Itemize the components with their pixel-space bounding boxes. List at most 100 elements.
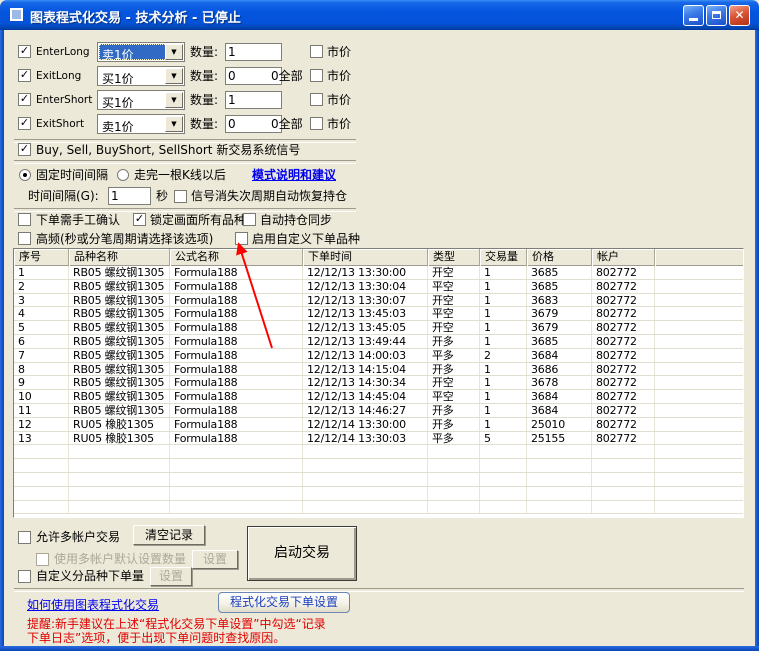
table-cell: RU05 橡胶1305	[69, 432, 170, 445]
multi-default-qty-checkbox[interactable]	[36, 553, 49, 566]
price-type-dropdown[interactable]: 卖1价▼	[97, 114, 185, 134]
table-cell	[480, 473, 527, 486]
table-row[interactable]: 2RB05 螺纹钢1305Formula18812/12/13 13:30:04…	[14, 280, 743, 294]
table-row[interactable]: 5RB05 螺纹钢1305Formula18812/12/13 13:45:05…	[14, 321, 743, 335]
table-cell: 2	[480, 349, 527, 362]
multi-account-checkbox[interactable]	[18, 531, 31, 544]
how-to-use-link[interactable]: 如何使用图表程式化交易	[27, 596, 159, 613]
chevron-down-icon[interactable]: ▼	[165, 116, 183, 132]
table-cell	[170, 445, 303, 458]
signal-enabled-checkbox[interactable]: ✓	[18, 45, 31, 58]
table-row[interactable]: 7RB05 螺纹钢1305Formula18812/12/13 14:00:03…	[14, 349, 743, 363]
table-row[interactable]: 13RU05 橡胶1305Formula18812/12/14 13:30:03…	[14, 432, 743, 446]
table-cell: 6	[14, 335, 69, 348]
table-cell	[480, 445, 527, 458]
high-freq-checkbox[interactable]	[18, 232, 31, 245]
table-cell: RB05 螺纹钢1305	[69, 335, 170, 348]
table-cell: 12/12/13 13:45:05	[303, 321, 428, 334]
restore-position-checkbox[interactable]	[174, 190, 187, 203]
mode-help-link[interactable]: 模式说明和建议	[252, 166, 336, 184]
table-row[interactable]: 12RU05 橡胶1305Formula18812/12/14 13:30:00…	[14, 418, 743, 432]
column-header[interactable]: 价格	[527, 249, 592, 266]
market-price-checkbox[interactable]	[310, 69, 323, 82]
close-button[interactable]: ✕	[729, 5, 750, 26]
table-cell: 2	[14, 280, 69, 293]
chevron-down-icon[interactable]: ▼	[165, 92, 183, 108]
table-cell: 12/12/13 14:00:03	[303, 349, 428, 362]
table-row[interactable]: 6RB05 螺纹钢1305Formula18812/12/13 13:49:44…	[14, 335, 743, 349]
table-cell: 平空	[428, 280, 480, 293]
table-cell	[428, 459, 480, 472]
table-cell: 25155	[527, 432, 592, 445]
column-header[interactable]: 公式名称	[170, 249, 303, 266]
table-cell: 平空	[428, 390, 480, 403]
column-header[interactable]: 序号	[14, 249, 69, 266]
after-bar-radio[interactable]	[117, 169, 129, 181]
zero-all-hint: 0全部	[271, 66, 303, 86]
start-trading-button[interactable]: 启动交易	[247, 526, 357, 581]
chevron-down-icon[interactable]: ▼	[165, 68, 183, 84]
table-cell	[655, 459, 744, 472]
settings-button-1[interactable]: 设置	[192, 550, 238, 569]
table-row[interactable]: 3RB05 螺纹钢1305Formula18812/12/13 13:30:07…	[14, 294, 743, 308]
price-type-dropdown[interactable]: 卖1价▼	[97, 42, 185, 62]
table-row[interactable]: 9RB05 螺纹钢1305Formula18812/12/13 14:30:34…	[14, 376, 743, 390]
table-cell: RB05 螺纹钢1305	[69, 280, 170, 293]
market-price-checkbox[interactable]	[310, 45, 323, 58]
column-header[interactable]: 类型	[428, 249, 480, 266]
table-cell	[527, 501, 592, 514]
signal-enabled-checkbox[interactable]: ✓	[18, 117, 31, 130]
table-cell: 1	[480, 266, 527, 279]
lock-all-symbols-checkbox[interactable]: ✓	[133, 213, 146, 226]
table-row-empty	[14, 501, 743, 515]
table-cell: Formula188	[170, 432, 303, 445]
table-cell: 3685	[527, 335, 592, 348]
market-price-label: 市价	[327, 114, 351, 134]
manual-confirm-checkbox[interactable]	[18, 213, 31, 226]
order-settings-button[interactable]: 程式化交易下单设置	[218, 592, 350, 613]
custom-qty-checkbox[interactable]	[18, 570, 31, 583]
titlebar[interactable]: 图表程式化交易 - 技术分析 - 已停止 ✕	[0, 0, 759, 30]
system-signal-checkbox[interactable]: ✓	[18, 143, 31, 156]
price-type-dropdown[interactable]: 买1价▼	[97, 66, 185, 86]
clear-records-button[interactable]: 清空记录	[133, 525, 205, 545]
fixed-interval-radio[interactable]	[19, 169, 31, 181]
table-cell: 25010	[527, 418, 592, 431]
settings-button-2[interactable]: 设置	[150, 567, 192, 586]
table-cell: 802772	[592, 404, 655, 417]
table-cell: 802772	[592, 280, 655, 293]
signal-enabled-checkbox[interactable]: ✓	[18, 69, 31, 82]
column-header[interactable]	[655, 249, 744, 266]
market-price-checkbox[interactable]	[310, 117, 323, 130]
chevron-down-icon[interactable]: ▼	[165, 44, 183, 60]
table-row[interactable]: 1RB05 螺纹钢1305Formula18812/12/13 13:30:00…	[14, 266, 743, 280]
minimize-button[interactable]	[683, 5, 704, 26]
qty-input[interactable]	[225, 91, 282, 109]
auto-sync-checkbox[interactable]	[243, 213, 256, 226]
table-cell: 3684	[527, 349, 592, 362]
table-cell	[655, 487, 744, 500]
market-price-checkbox[interactable]	[310, 93, 323, 106]
market-price-label: 市价	[327, 90, 351, 110]
table-row[interactable]: 4RB05 螺纹钢1305Formula18812/12/13 13:45:03…	[14, 307, 743, 321]
column-header[interactable]: 帐户	[592, 249, 655, 266]
custom-symbol-checkbox[interactable]	[235, 232, 248, 245]
signal-enabled-checkbox[interactable]: ✓	[18, 93, 31, 106]
price-type-value: 卖1价	[99, 116, 167, 132]
table-row[interactable]: 10RB05 螺纹钢1305Formula18812/12/13 14:45:0…	[14, 390, 743, 404]
table-cell: Formula188	[170, 376, 303, 389]
price-type-dropdown[interactable]: 买1价▼	[97, 90, 185, 110]
table-cell: 12/12/14 13:30:00	[303, 418, 428, 431]
table-cell: Formula188	[170, 418, 303, 431]
interval-input[interactable]	[108, 187, 151, 205]
column-header[interactable]: 下单时间	[303, 249, 428, 266]
table-row[interactable]: 11RB05 螺纹钢1305Formula18812/12/13 14:46:2…	[14, 404, 743, 418]
column-header[interactable]: 交易量	[480, 249, 527, 266]
table-cell: 802772	[592, 432, 655, 445]
column-header[interactable]: 品种名称	[69, 249, 170, 266]
table-cell: 1	[14, 266, 69, 279]
qty-input[interactable]	[225, 43, 282, 61]
maximize-button[interactable]	[706, 5, 727, 26]
table-row[interactable]: 8RB05 螺纹钢1305Formula18812/12/13 14:15:04…	[14, 363, 743, 377]
price-type-value: 买1价	[99, 92, 167, 108]
